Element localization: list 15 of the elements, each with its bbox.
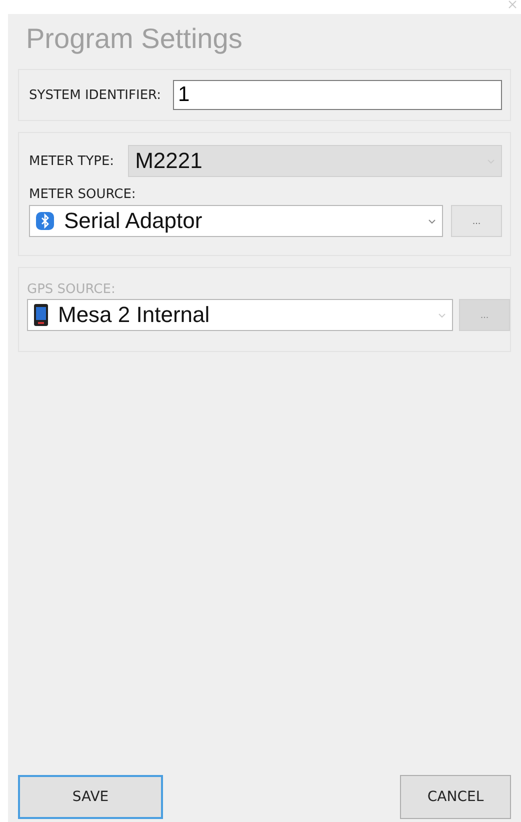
field-label: SYSTEM IDENTIFIER: [29,88,162,102]
field-label: METER TYPE: [29,154,114,168]
dropdown[interactable]: Serial Adaptor [29,205,443,237]
chevron-down-icon [428,218,436,224]
window-title: Program Settings [25,22,244,56]
cancel-button[interactable]: CANCEL [400,775,511,819]
tablet-icon [34,304,48,326]
close-icon[interactable] [508,0,517,9]
field-label: GPS SOURCE: [27,282,116,297]
field-label: METER SOURCE: [29,187,137,202]
input-field[interactable]: 1 [173,80,502,110]
chevron-down-icon [438,312,446,318]
browse-button[interactable]: ... [451,205,502,237]
bluetooth-icon [36,212,54,230]
save-button[interactable]: SAVE [18,775,163,819]
